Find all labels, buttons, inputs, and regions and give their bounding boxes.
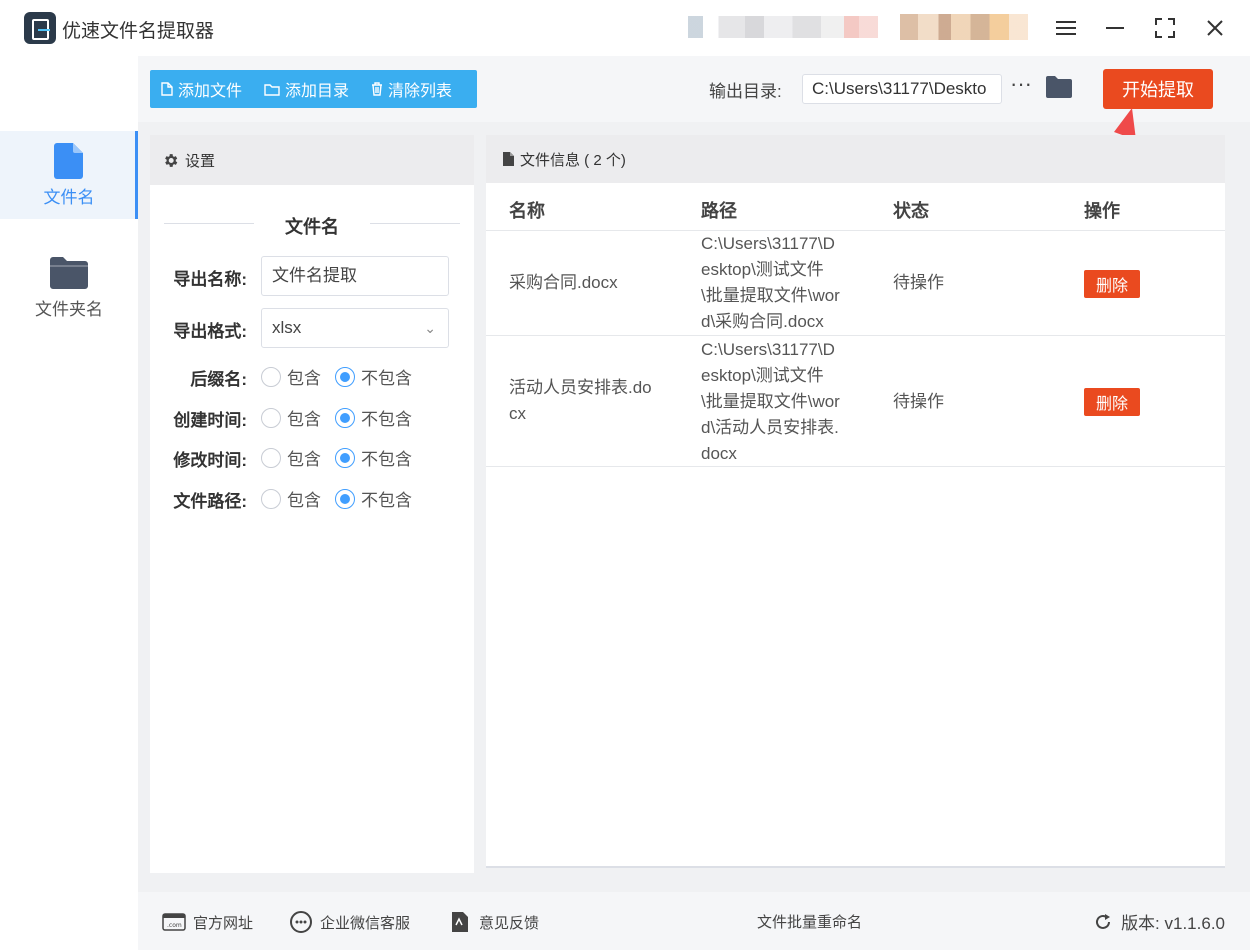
add-directory-label: 添加目录	[285, 83, 350, 100]
radio-suffix-exclude[interactable]: 不包含	[335, 364, 412, 389]
add-file-button[interactable]: 添加文件	[150, 70, 253, 108]
start-extract-button[interactable]: 开始提取	[1103, 69, 1213, 109]
svg-text:.com: .com	[167, 922, 182, 929]
radio-path-include[interactable]: 包含	[261, 486, 321, 511]
delete-button[interactable]: 删除	[1084, 388, 1140, 416]
settings-header: 设置	[150, 135, 474, 185]
option-label-suffix: 后缀名:	[190, 370, 247, 389]
file-list-panel: 文件信息 ( 2 个) 名称 路径 状态 操作 采购合同.docx C:\Use…	[486, 135, 1225, 868]
export-name-input[interactable]: 文件名提取	[261, 256, 449, 296]
add-directory-button[interactable]: 添加目录	[253, 70, 360, 108]
clear-list-button[interactable]: 清除列表	[360, 70, 463, 108]
column-header-path: 路径	[701, 201, 737, 221]
file-name: 采购合同.docx	[509, 273, 618, 292]
refresh-icon	[1096, 913, 1111, 929]
blurred-avatar	[900, 14, 1028, 40]
batch-rename-link[interactable]: 文件批量重命名	[757, 911, 862, 932]
browse-folder-icon[interactable]	[1046, 76, 1072, 98]
close-icon[interactable]	[1199, 12, 1231, 44]
file-path: C:\Users\31177\D esktop\测试文件 \批量提取文件\wor…	[701, 234, 840, 331]
nav-item-foldername[interactable]: 文件夹名	[0, 243, 138, 331]
radio-group-modified: 包含 不包含	[261, 445, 426, 470]
folder-icon	[50, 257, 88, 289]
title-bar: 优速文件名提取器	[0, 0, 1250, 56]
settings-title: 设置	[185, 152, 216, 170]
wechat-support-link[interactable]: 企业微信客服	[289, 911, 410, 933]
app-logo-icon	[24, 12, 56, 44]
table-row[interactable]: 活动人员安排表.do cx C:\Users\31177\D esktop\测试…	[486, 337, 1225, 467]
add-file-icon	[161, 82, 173, 96]
radio-created-exclude[interactable]: 不包含	[335, 405, 412, 430]
radio-modified-exclude[interactable]: 不包含	[335, 445, 412, 470]
radio-group-created: 包含 不包含	[261, 405, 426, 430]
chat-icon	[289, 911, 313, 933]
file-icon	[54, 143, 83, 179]
nav-label-filename: 文件名	[43, 188, 95, 207]
more-options-button[interactable]: ···	[1010, 71, 1032, 97]
nav-item-filename[interactable]: 文件名	[0, 131, 138, 219]
document-icon	[503, 152, 514, 166]
option-label-path: 文件路径:	[173, 492, 247, 511]
gear-icon	[165, 153, 178, 167]
feedback-icon	[448, 911, 472, 933]
clear-list-label: 清除列表	[388, 83, 453, 100]
table-row[interactable]: 采购合同.docx C:\Users\31177\D esktop\测试文件 \…	[486, 231, 1225, 336]
export-format-label: 导出格式:	[173, 322, 247, 341]
maximize-icon[interactable]	[1149, 12, 1181, 44]
delete-button[interactable]: 删除	[1084, 270, 1140, 298]
file-name: 活动人员安排表.do cx	[509, 378, 652, 423]
menu-icon[interactable]	[1050, 12, 1082, 44]
file-action-group: 添加文件 添加目录 清除列表	[150, 70, 477, 108]
feedback-link[interactable]: 意见反馈	[448, 911, 539, 933]
blurred-user-info	[688, 16, 878, 38]
app-title: 优速文件名提取器	[62, 21, 215, 42]
file-status: 待操作	[893, 392, 944, 411]
export-name-label: 导出名称:	[173, 270, 247, 289]
column-header-action: 操作	[1084, 201, 1120, 221]
file-list-header: 文件信息 ( 2 个)	[486, 135, 1225, 183]
toolbar: 添加文件 添加目录 清除列表 输出目录: C:\Users\31177\Desk…	[138, 56, 1250, 122]
divider-right	[370, 223, 460, 224]
radio-created-include[interactable]: 包含	[261, 405, 321, 430]
chevron-down-icon: ⌄	[424, 320, 436, 336]
file-count-label: 文件信息 ( 2 个)	[520, 151, 626, 169]
radio-group-suffix: 包含 不包含	[261, 364, 426, 389]
version-label: 版本: v1.1.6.0	[1121, 914, 1225, 933]
nav-label-foldername: 文件夹名	[35, 300, 103, 319]
left-nav: 文件名 文件夹名	[0, 56, 138, 950]
website-icon: .com	[162, 911, 186, 933]
radio-modified-include[interactable]: 包含	[261, 445, 321, 470]
column-header-status: 状态	[893, 201, 929, 221]
official-website-link[interactable]: .com 官方网址	[162, 911, 253, 933]
minimize-icon[interactable]	[1099, 12, 1131, 44]
export-format-select[interactable]: xlsx ⌄	[261, 308, 449, 348]
export-format-value: xlsx	[272, 318, 302, 337]
footer: .com 官方网址 企业微信客服 意见反馈 文件批量重命名 版本: v1.1.6…	[138, 892, 1250, 950]
output-dir-label: 输出目录:	[709, 82, 782, 101]
output-dir-field[interactable]: C:\Users\31177\Deskto	[802, 74, 1002, 104]
version-info[interactable]: 版本: v1.1.6.0	[1093, 909, 1225, 934]
file-path: C:\Users\31177\D esktop\测试文件 \批量提取文件\wor…	[701, 340, 840, 463]
add-file-label: 添加文件	[178, 83, 243, 100]
radio-suffix-include[interactable]: 包含	[261, 364, 321, 389]
radio-group-path: 包含 不包含	[261, 486, 426, 511]
settings-panel: 设置 文件名 导出名称: 文件名提取 导出格式: xlsx ⌄ 后缀名: 包含 …	[150, 135, 474, 873]
option-label-created: 创建时间:	[173, 411, 247, 430]
option-label-modified: 修改时间:	[173, 451, 247, 470]
section-title: 文件名	[285, 217, 339, 237]
radio-path-exclude[interactable]: 不包含	[335, 486, 412, 511]
add-directory-icon	[264, 83, 280, 96]
column-header-name: 名称	[509, 201, 545, 221]
trash-icon	[372, 82, 383, 96]
file-status: 待操作	[893, 273, 944, 292]
